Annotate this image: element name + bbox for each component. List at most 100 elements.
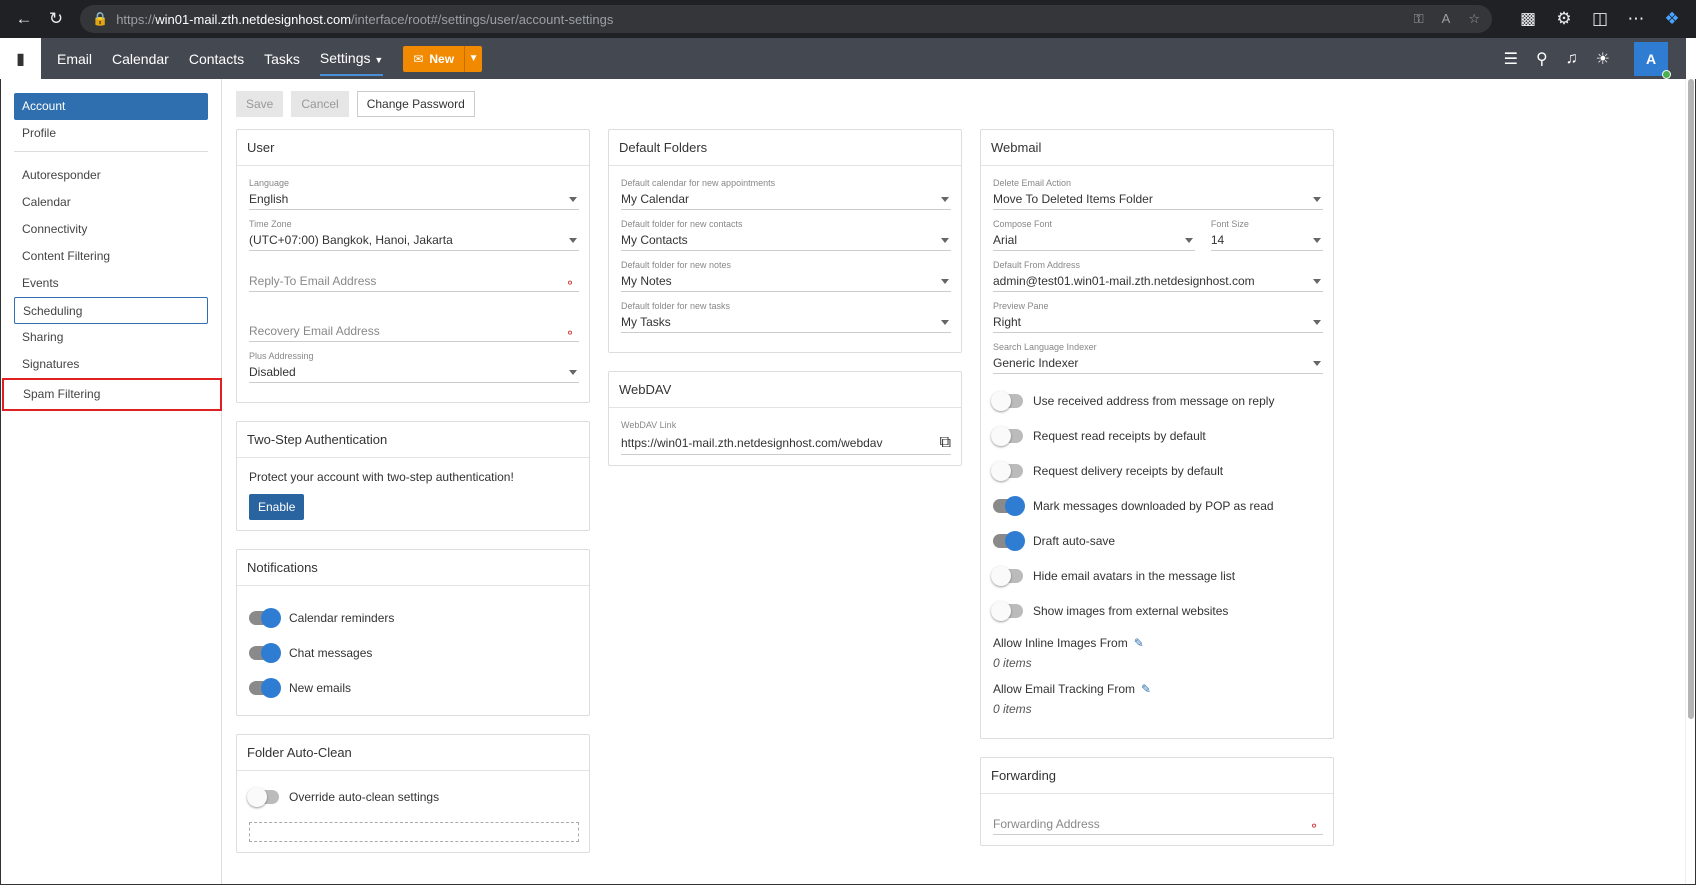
webdav-title: WebDAV <box>609 372 961 408</box>
toggle-override-auto-clean[interactable]: Override auto-clean settings <box>247 779 579 814</box>
translate-icon[interactable]: ▩ <box>1512 4 1544 34</box>
language-field[interactable]: Language English <box>249 178 579 210</box>
nav-settings[interactable]: Settings ▼ <box>319 42 384 76</box>
toggle-switch[interactable] <box>249 677 281 698</box>
nav-contacts[interactable]: Contacts <box>189 43 244 75</box>
compose-font-value: Arial <box>993 233 1018 247</box>
preview-pane-value: Right <box>993 315 1022 329</box>
default-calendar-field[interactable]: Default calendar for new appointments My… <box>621 178 951 210</box>
new-dropdown-icon[interactable]: ▼ <box>464 45 482 72</box>
toggle-switch[interactable] <box>991 425 1023 446</box>
sidebar-item-spam-filtering[interactable]: Spam Filtering <box>2 378 222 411</box>
sidebar-toggle-icon[interactable]: ▮ <box>0 38 41 79</box>
toggle-switch[interactable] <box>993 530 1025 551</box>
default-notes-field[interactable]: Default folder for new notes My Notes <box>621 260 951 292</box>
nav-tasks[interactable]: Tasks <box>264 43 300 75</box>
back-icon[interactable]: ← <box>8 4 40 34</box>
toggle-switch[interactable] <box>991 565 1023 586</box>
copy-icon[interactable]: ⧉ <box>940 434 951 452</box>
sidebar-item-signatures[interactable]: Signatures <box>14 351 208 378</box>
vertical-scrollbar[interactable] <box>1685 79 1695 884</box>
save-button[interactable]: Save <box>236 91 284 117</box>
toggle-pop-mark-read[interactable]: Mark messages downloaded by POP as read <box>993 488 1323 523</box>
toggle-read-receipts[interactable]: Request read receipts by default <box>991 418 1323 453</box>
toggle-switch[interactable] <box>991 460 1023 481</box>
avatar[interactable]: A <box>1634 41 1671 79</box>
toggle-calendar-reminders[interactable]: Calendar reminders <box>249 600 579 635</box>
two-step-card: Two-Step Authentication Protect your acc… <box>236 421 590 531</box>
compose-font-field[interactable]: Compose Font Arial <box>993 219 1195 251</box>
more-icon[interactable]: ⋯ <box>1620 4 1652 34</box>
bell-icon[interactable]: ♫ <box>1566 50 1578 68</box>
sidebar-item-scheduling[interactable]: Scheduling <box>14 297 208 324</box>
app-header: ▮ Email Calendar Contacts Tasks Settings… <box>0 38 1696 79</box>
toggle-switch[interactable] <box>991 600 1023 621</box>
webdav-link-field[interactable]: https://win01-mail.zth.netdesignhost.com… <box>621 431 951 455</box>
split-screen-icon[interactable]: ◫ <box>1584 4 1616 34</box>
default-folders-title: Default Folders <box>609 130 961 166</box>
enable-button[interactable]: Enable <box>249 494 305 520</box>
scrollbar-thumb[interactable] <box>1688 79 1694 719</box>
sidebar-item-profile[interactable]: Profile <box>14 120 208 147</box>
extensions-icon[interactable]: ⚙ <box>1548 4 1580 34</box>
nav-email[interactable]: Email <box>57 43 92 75</box>
plus-addressing-field[interactable]: Plus Addressing Disabled <box>249 351 579 383</box>
toggle-label: Override auto-clean settings <box>289 789 440 804</box>
toggle-switch[interactable] <box>249 607 281 628</box>
toggle-use-received-address[interactable]: Use received address from message on rep… <box>991 383 1323 418</box>
cancel-button[interactable]: Cancel <box>291 91 349 117</box>
toggle-switch[interactable] <box>247 786 279 807</box>
toggle-switch[interactable] <box>991 390 1023 411</box>
pencil-icon[interactable]: ✎ <box>1134 636 1144 650</box>
sidebar-item-account[interactable]: Account <box>14 93 208 120</box>
preview-pane-field[interactable]: Preview Pane Right <box>993 301 1323 333</box>
copilot-icon[interactable]: ❖ <box>1656 4 1688 34</box>
chat-icon[interactable]: ☰ <box>1504 49 1518 69</box>
toggle-delivery-receipts[interactable]: Request delivery receipts by default <box>991 453 1323 488</box>
default-tasks-field[interactable]: Default folder for new tasks My Tasks <box>621 301 951 333</box>
toggle-chat-messages[interactable]: Chat messages <box>249 635 579 670</box>
read-aloud-icon[interactable]: A <box>1442 11 1451 27</box>
sidebar-item-calendar[interactable]: Calendar <box>14 189 208 216</box>
default-folders-card: Default Folders Default calendar for new… <box>608 129 962 353</box>
default-contacts-field[interactable]: Default folder for new contacts My Conta… <box>621 219 951 251</box>
sidebar-item-autoresponder[interactable]: Autoresponder <box>14 162 208 189</box>
allow-tracking-label: Allow Email Tracking From <box>993 682 1136 696</box>
delete-action-field[interactable]: Delete Email Action Move To Deleted Item… <box>993 178 1323 210</box>
toggle-draft-auto-save[interactable]: Draft auto-save <box>993 523 1323 558</box>
timezone-field[interactable]: Time Zone (UTC+07:00) Bangkok, Hanoi, Ja… <box>249 219 579 251</box>
toggle-switch[interactable] <box>993 495 1025 516</box>
recovery-email-field[interactable]: Recovery Email Address ⚬ <box>249 310 579 342</box>
compose-font-label: Compose Font <box>993 219 1053 229</box>
refresh-icon[interactable]: ↻ <box>40 4 72 34</box>
search-icon[interactable]: ⚲ <box>1536 49 1548 69</box>
default-notes-label: Default folder for new notes <box>621 260 732 270</box>
toggle-switch[interactable] <box>249 642 281 663</box>
auto-clean-box <box>249 822 579 842</box>
star-icon[interactable]: ☆ <box>1468 11 1480 27</box>
toggle-label: Show images from external websites <box>1033 603 1229 618</box>
font-size-field[interactable]: Font Size 14 <box>1210 219 1323 251</box>
from-address-field[interactable]: Default From Address admin@test01.win01-… <box>993 260 1323 292</box>
change-password-button[interactable]: Change Password <box>356 91 475 117</box>
webdav-link-label: WebDAV Link <box>621 420 677 430</box>
key-icon[interactable]: ⚿ <box>1414 11 1424 27</box>
toggle-hide-avatars[interactable]: Hide email avatars in the message list <box>991 558 1323 593</box>
toggle-external-images[interactable]: Show images from external websites <box>991 593 1323 628</box>
theme-icon[interactable]: ☀ <box>1596 49 1610 69</box>
sidebar-item-connectivity[interactable]: Connectivity <box>14 216 208 243</box>
sidebar-item-sharing[interactable]: Sharing <box>14 324 208 351</box>
reply-to-field[interactable]: Reply-To Email Address ⚬ <box>249 260 579 292</box>
language-indexer-field[interactable]: Search Language Indexer Generic Indexer <box>993 342 1323 374</box>
address-bar[interactable]: 🔒 https://win01-mail.zth.netdesignhost.c… <box>80 5 1492 33</box>
toggle-label: Chat messages <box>289 645 373 660</box>
sidebar-item-events[interactable]: Events <box>14 270 208 297</box>
toggle-new-emails[interactable]: New emails <box>249 670 579 705</box>
chevron-down-icon <box>1313 320 1321 325</box>
forwarding-address-field[interactable]: Forwarding Address ⚬ <box>993 814 1323 835</box>
pencil-icon[interactable]: ✎ <box>1141 682 1151 696</box>
language-indexer-label: Search Language Indexer <box>993 342 1097 352</box>
sidebar-item-content-filtering[interactable]: Content Filtering <box>14 243 208 270</box>
nav-calendar[interactable]: Calendar <box>112 43 169 75</box>
new-button[interactable]: ✉ New ▼ <box>403 45 483 72</box>
